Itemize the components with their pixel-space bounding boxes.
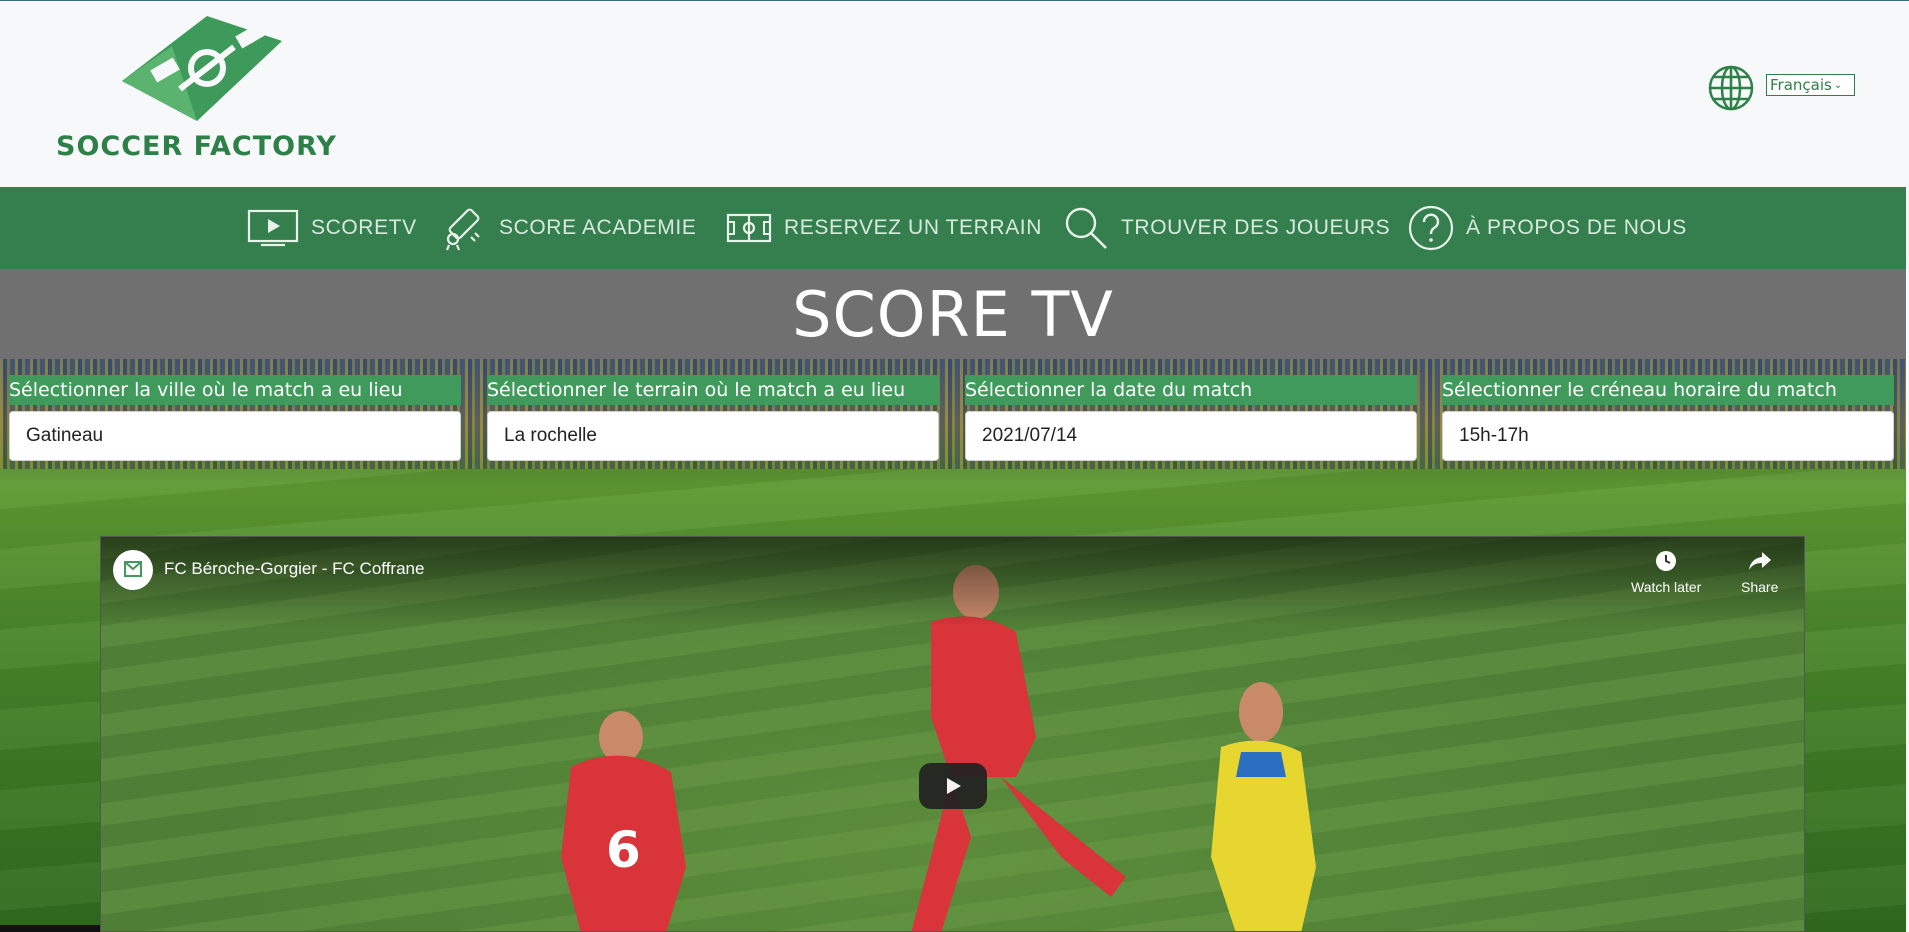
clock-icon [1656, 551, 1677, 571]
filter-timeslot: Sélectionner le créneau horaire du match… [1442, 375, 1894, 461]
search-icon [1065, 207, 1107, 249]
logo-graphic [122, 16, 282, 121]
timeslot-select[interactable]: 15h-17h [1442, 411, 1894, 461]
share-label: Share [1741, 579, 1779, 595]
nav-item-trouver-des-joueurs[interactable]: TROUVER DES JOUEURS [1063, 187, 1390, 269]
logo[interactable]: SOCCER FACTORY [56, 11, 346, 162]
nav-label: À PROPOS DE NOUS [1466, 216, 1687, 239]
filter-city: Sélectionner la ville où le match a eu l… [9, 375, 461, 461]
field-select[interactable]: La rochelle [487, 411, 939, 461]
page-title: SCORE TV [792, 277, 1114, 351]
share-icon [1748, 552, 1771, 570]
footer-strip [0, 925, 100, 932]
nav-item-reservez-un-terrain[interactable]: RESERVEZ UN TERRAIN [726, 187, 1042, 269]
globe-icon [1708, 65, 1754, 111]
language-select-value: Français [1770, 76, 1832, 94]
date-select[interactable]: 2021/07/14 [965, 411, 1417, 461]
chevron-down-icon: ⌄ [1833, 79, 1843, 91]
video-title[interactable]: FC Béroche-Gorgier - FC Coffrane [164, 559, 424, 579]
filter-label: Sélectionner la ville où le match a eu l… [9, 375, 461, 405]
language-select[interactable]: Français ⌄ [1766, 74, 1855, 96]
main-nav: SCORETV SCORE ACADEMIE RESERVEZ UN TERRA… [0, 187, 1906, 269]
diploma-icon [445, 208, 480, 251]
play-button[interactable] [919, 763, 987, 809]
share-button[interactable]: Share [1741, 549, 1778, 595]
filter-label: Sélectionner le créneau horaire du match [1442, 375, 1894, 405]
channel-avatar[interactable] [113, 550, 153, 590]
filter-field: Sélectionner le terrain où le match a eu… [487, 375, 939, 461]
nav-label: SCORETV [311, 216, 417, 239]
city-select[interactable]: Gatineau [9, 411, 461, 461]
logo-text: SOCCER FACTORY [56, 131, 337, 162]
video-player[interactable]: 6 FC Béroche-Gorgier - FC Coffrane Watch… [100, 536, 1805, 932]
watch-later-button[interactable]: Watch later [1631, 549, 1701, 595]
nav-label: RESERVEZ UN TERRAIN [784, 216, 1043, 239]
tv-play-icon [247, 209, 299, 247]
filter-label: Sélectionner le terrain où le match a eu… [487, 375, 939, 405]
video-top-shade [101, 537, 1804, 627]
field-icon [726, 213, 772, 243]
nav-item-a-propos-de-nous[interactable]: À PROPOS DE NOUS [1408, 187, 1687, 269]
channel-logo-icon [124, 561, 142, 577]
watch-later-label: Watch later [1631, 579, 1702, 595]
site-header: SOCCER FACTORY Français ⌄ [0, 0, 1909, 187]
nav-item-scoretv[interactable]: SCORETV [247, 187, 417, 269]
question-icon [1408, 205, 1454, 251]
page-title-bar: SCORE TV [0, 269, 1906, 359]
filter-date: Sélectionner la date du match 2021/07/14 [965, 375, 1417, 461]
svg-text:6: 6 [606, 821, 641, 879]
nav-label: TROUVER DES JOUEURS [1121, 216, 1391, 239]
filter-label: Sélectionner la date du match [965, 375, 1417, 405]
nav-item-score-academie[interactable]: SCORE ACADEMIE [441, 187, 696, 269]
nav-label: SCORE ACADEMIE [499, 216, 697, 239]
play-icon [947, 778, 961, 794]
